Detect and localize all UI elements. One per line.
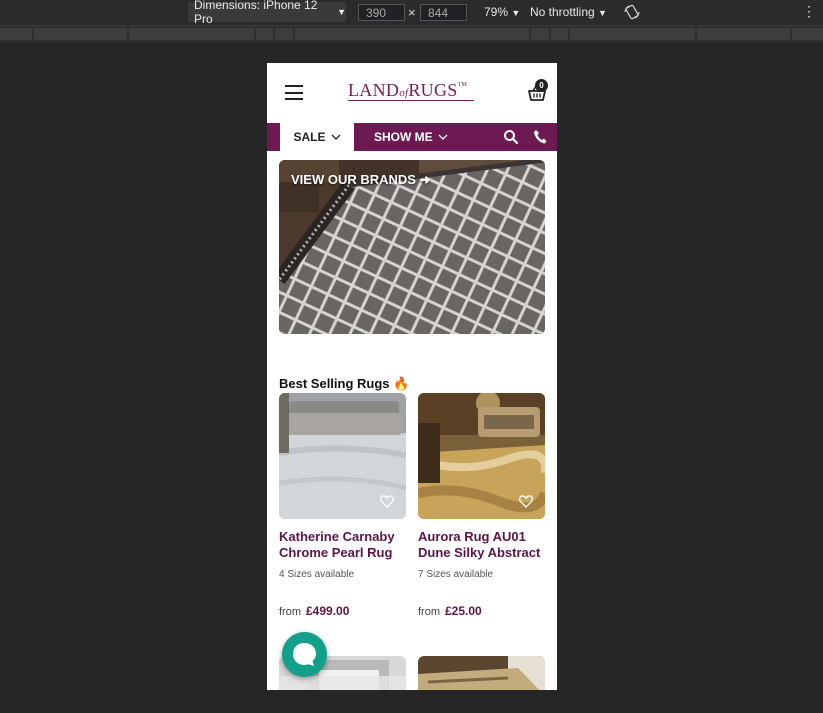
rotate-icon[interactable] bbox=[623, 3, 641, 24]
product-image[interactable] bbox=[418, 656, 545, 690]
view-brands-link[interactable]: VIEW OUR BRANDS ➜ bbox=[291, 172, 430, 188]
product-price: from £499.00 bbox=[279, 604, 349, 618]
viewport-height-input[interactable]: 844 bbox=[420, 4, 467, 21]
caret-down-icon: ▼ bbox=[511, 8, 521, 18]
menu-icon[interactable] bbox=[285, 85, 303, 100]
logo-text-rugs: RUGS bbox=[408, 80, 458, 100]
product-image[interactable] bbox=[279, 393, 406, 519]
more-options-icon[interactable]: ⋮ bbox=[802, 3, 816, 20]
phone-icon[interactable] bbox=[533, 129, 547, 145]
product-price: from £25.00 bbox=[418, 604, 482, 618]
product-name[interactable]: Katherine Carnaby Chrome Pearl Rug bbox=[279, 529, 409, 561]
nav-show-me-dropdown[interactable]: SHOW ME bbox=[374, 123, 448, 151]
main-navbar: SALE SHOW ME bbox=[267, 123, 557, 151]
logo-text-land: LAND bbox=[348, 80, 400, 100]
zoom-dropdown[interactable]: 79% ▼ bbox=[484, 5, 520, 19]
product-image[interactable] bbox=[418, 393, 545, 519]
price-from-label: from bbox=[418, 606, 440, 618]
chat-button[interactable] bbox=[282, 632, 327, 677]
best-selling-title: Best Selling Rugs 🔥 bbox=[279, 376, 410, 391]
throttling-dropdown[interactable]: No throttling ▼ bbox=[530, 5, 607, 19]
device-dimensions-dropdown[interactable]: Dimensions: iPhone 12 Pro ▼ bbox=[188, 0, 346, 26]
chevron-down-icon bbox=[331, 134, 340, 140]
caret-down-icon: ▼ bbox=[337, 7, 346, 17]
heart-icon[interactable] bbox=[380, 495, 394, 508]
product-sizes: 4 Sizes available bbox=[279, 569, 355, 580]
basket-count-badge: 0 bbox=[535, 79, 548, 92]
devtools-toolbar: Dimensions: iPhone 12 Pro ▼ 390 × 844 79… bbox=[0, 0, 823, 26]
device-viewport: LANDofRUGSTM 0 SALE SHOW ME VIEW OUR BRA… bbox=[267, 63, 557, 690]
logo-trademark: TM bbox=[457, 82, 468, 88]
logo-underline bbox=[348, 100, 474, 101]
logo-text-of: of bbox=[399, 87, 409, 99]
search-icon[interactable] bbox=[503, 129, 519, 145]
price-value: £25.00 bbox=[445, 604, 482, 618]
chat-icon bbox=[293, 643, 316, 666]
media-query-bar[interactable] bbox=[0, 26, 823, 42]
price-from-label: from bbox=[279, 606, 301, 618]
times-icon: × bbox=[408, 5, 416, 20]
heart-icon[interactable] bbox=[519, 495, 533, 508]
chevron-down-icon bbox=[438, 134, 448, 140]
zoom-label: 79% bbox=[484, 5, 509, 19]
nav-sale-dropdown[interactable]: SALE bbox=[280, 123, 354, 151]
throttling-label: No throttling bbox=[530, 5, 595, 19]
device-dimensions-label: Dimensions: iPhone 12 Pro bbox=[194, 0, 318, 26]
site-logo[interactable]: LANDofRUGSTM bbox=[348, 80, 467, 101]
nav-show-me-label: SHOW ME bbox=[374, 130, 433, 144]
caret-down-icon: ▼ bbox=[598, 8, 607, 18]
product-sizes: 7 Sizes available bbox=[418, 569, 494, 580]
product-name[interactable]: Aurora Rug AU01 Dune Silky Abstract bbox=[418, 529, 548, 561]
price-value: £499.00 bbox=[306, 604, 350, 618]
nav-sale-label: SALE bbox=[293, 130, 326, 144]
viewport-width-input[interactable]: 390 bbox=[358, 4, 405, 21]
site-header: LANDofRUGSTM 0 bbox=[267, 63, 557, 123]
brands-banner[interactable]: VIEW OUR BRANDS ➜ bbox=[279, 160, 545, 334]
